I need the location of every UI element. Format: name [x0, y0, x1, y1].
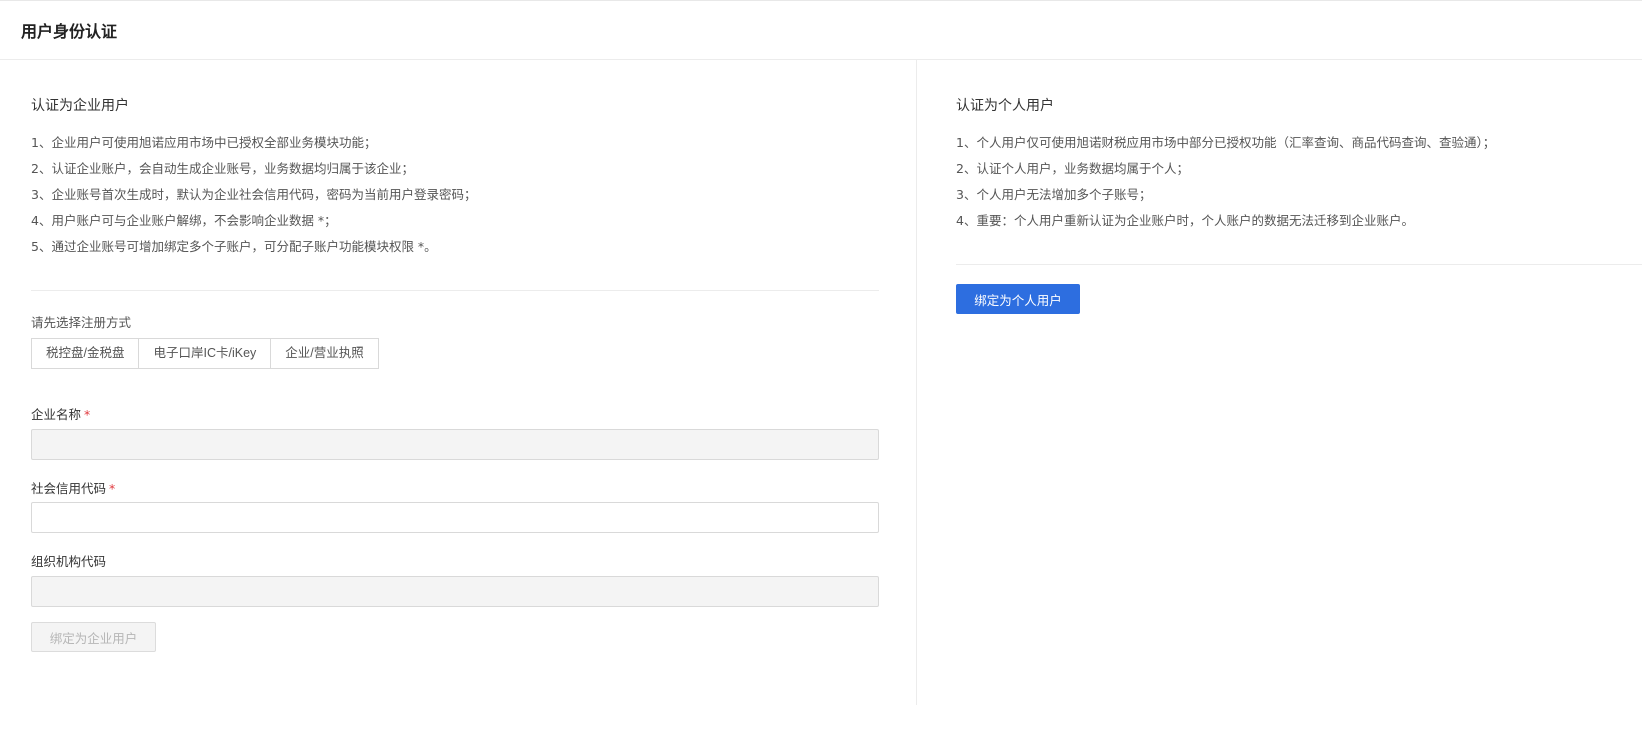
- enterprise-rule: 1、企业用户可使用旭诺应用市场中已授权全部业务模块功能；: [31, 135, 377, 150]
- enterprise-rule: 4、用户账户可与企业账户解绑，不会影响企业数据 *；: [31, 213, 337, 228]
- company-name-input[interactable]: [31, 429, 879, 460]
- method-tax-disk-button[interactable]: 税控盘/金税盘: [31, 338, 140, 369]
- company-name-label: 企业名称 *: [31, 404, 90, 423]
- credit-code-label: 社会信用代码 *: [31, 478, 115, 497]
- enterprise-rule: 3、企业账号首次生成时，默认为企业社会信用代码，密码为当前用户登录密码；: [31, 187, 477, 202]
- required-marker: *: [84, 407, 91, 422]
- personal-rules-list: 1、个人用户仅可使用旭诺财税应用市场中部分已授权功能（汇率查询、商品代码查询、查…: [956, 134, 1495, 238]
- bind-enterprise-button[interactable]: 绑定为企业用户: [31, 622, 156, 652]
- enterprise-rule: 2、认证企业账户，会自动生成企业账号，业务数据均归属于该企业；: [31, 161, 414, 176]
- bind-personal-button[interactable]: 绑定为个人用户: [956, 284, 1080, 314]
- personal-rule: 3、个人用户无法增加多个子账号；: [956, 187, 1152, 202]
- personal-panel: 认证为个人用户 1、个人用户仅可使用旭诺财税应用市场中部分已授权功能（汇率查询、…: [918, 60, 1642, 705]
- org-code-label-text: 组织机构代码: [31, 554, 107, 569]
- enterprise-panel: 认证为企业用户 1、企业用户可使用旭诺应用市场中已授权全部业务模块功能； 2、认…: [0, 60, 917, 705]
- personal-title: 认证为个人用户: [956, 98, 1054, 114]
- company-name-label-text: 企业名称: [31, 407, 82, 422]
- page-header: 用户身份认证: [0, 1, 1642, 60]
- page-title: 用户身份认证: [21, 22, 118, 41]
- org-code-input[interactable]: [31, 576, 879, 607]
- enterprise-rules-list: 1、企业用户可使用旭诺应用市场中已授权全部业务模块功能； 2、认证企业账户，会自…: [31, 134, 476, 264]
- enterprise-divider: [31, 290, 879, 291]
- enterprise-rule: 5、通过企业账号可增加绑定多个子账户，可分配子账户功能模块权限 *。: [31, 239, 437, 254]
- identity-verification-page: 用户身份认证 认证为企业用户 1、企业用户可使用旭诺应用市场中已授权全部业务模块…: [0, 0, 1642, 736]
- personal-rule: 4、重要：个人用户重新认证为企业账户时，个人账户的数据无法迁移到企业账户。: [956, 213, 1414, 228]
- content-columns: 认证为企业用户 1、企业用户可使用旭诺应用市场中已授权全部业务模块功能； 2、认…: [0, 60, 1642, 736]
- method-port-ic-card-button[interactable]: 电子口岸IC卡/iKey: [138, 338, 272, 369]
- registration-method-group: 税控盘/金税盘 电子口岸IC卡/iKey 企业/营业执照: [31, 338, 379, 369]
- credit-code-label-text: 社会信用代码: [31, 481, 107, 496]
- personal-rule: 1、个人用户仅可使用旭诺财税应用市场中部分已授权功能（汇率查询、商品代码查询、查…: [956, 135, 1496, 150]
- personal-rule: 2、认证个人用户，业务数据均属于个人；: [956, 161, 1189, 176]
- registration-method-label: 请先选择注册方式: [31, 315, 132, 330]
- enterprise-title: 认证为企业用户: [31, 98, 129, 114]
- org-code-label: 组织机构代码: [31, 551, 106, 570]
- credit-code-input[interactable]: [31, 502, 879, 533]
- method-business-license-button[interactable]: 企业/营业执照: [270, 338, 379, 369]
- personal-divider: [956, 264, 1642, 265]
- required-marker: *: [109, 481, 116, 496]
